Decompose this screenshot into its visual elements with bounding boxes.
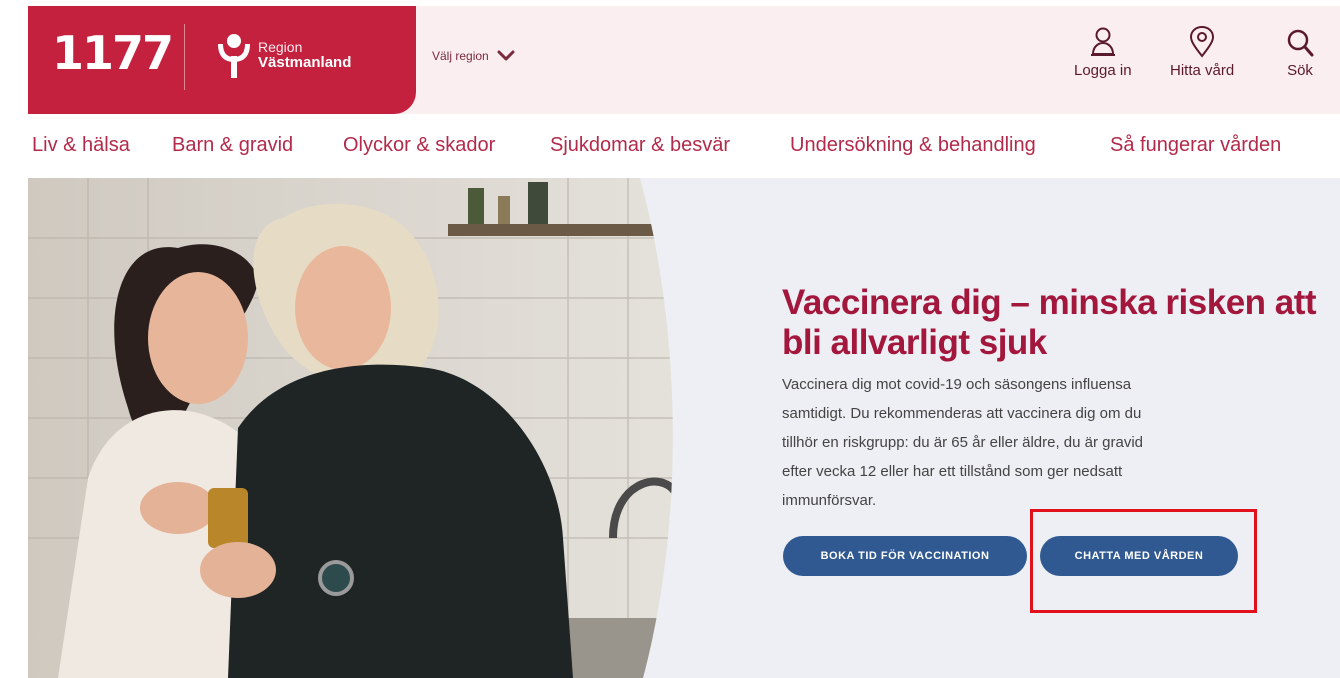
hero-line: efter vecka 12 eller har ett tillstånd s… (782, 463, 1123, 480)
logo-1177[interactable]: 1177 (52, 26, 174, 80)
main-nav: Liv & hälsa Barn & gravid Olyckor & skad… (0, 114, 1340, 178)
brand-divider (184, 24, 185, 90)
user-icon (1090, 27, 1115, 56)
find-care-button[interactable]: Hitta vård (1170, 26, 1234, 79)
nav-sa-fungerar-varden[interactable]: Så fungerar vården (1110, 134, 1281, 157)
hero-photo (28, 178, 673, 678)
region-prefix: Region (258, 39, 303, 55)
location-pin-icon (1190, 26, 1215, 58)
chevron-down-icon (497, 50, 515, 61)
region-selector-label: Välj region (432, 49, 489, 63)
login-button[interactable]: Logga in (1074, 26, 1132, 79)
search-button[interactable]: Sök (1286, 26, 1314, 79)
region-selector[interactable]: Välj region (432, 49, 515, 63)
highlight-box (1030, 509, 1257, 613)
region-name: Region Västmanland (258, 39, 352, 71)
search-label: Sök (1287, 62, 1313, 79)
find-care-label: Hitta vård (1170, 62, 1235, 79)
nav-olyckor-skador[interactable]: Olyckor & skador (343, 134, 495, 157)
nav-liv-halsa[interactable]: Liv & hälsa (32, 134, 130, 157)
login-label: Logga in (1074, 62, 1132, 79)
hero-title: Vaccinera dig – minska risken att bli al… (782, 283, 1317, 362)
nav-sjukdomar-besvar[interactable]: Sjukdomar & besvär (550, 134, 730, 157)
hero-description: Vaccinera dig mot covid-19 och säsongens… (782, 370, 1262, 515)
search-icon (1287, 29, 1314, 57)
nav-undersokning-behandling[interactable]: Undersökning & behandling (790, 134, 1036, 157)
book-vaccination-button[interactable]: Boka tid för vaccination (783, 536, 1027, 576)
region-logo-icon (218, 34, 250, 78)
hero-line: Vaccinera dig mot covid-19 och säsongens… (782, 376, 1132, 393)
brand-block[interactable]: 1177 Region Västmanland (28, 6, 416, 114)
nav-barn-gravid[interactable]: Barn & gravid (172, 134, 293, 157)
hero-line: tillhör en riskgrupp: du är 65 år eller … (782, 434, 1144, 451)
region-title: Västmanland (258, 54, 352, 71)
hero-line: samtidigt. Du rekommenderas att vacciner… (782, 405, 1142, 422)
site-header: 1177 Region Västmanland Välj region Logg… (28, 6, 1340, 114)
